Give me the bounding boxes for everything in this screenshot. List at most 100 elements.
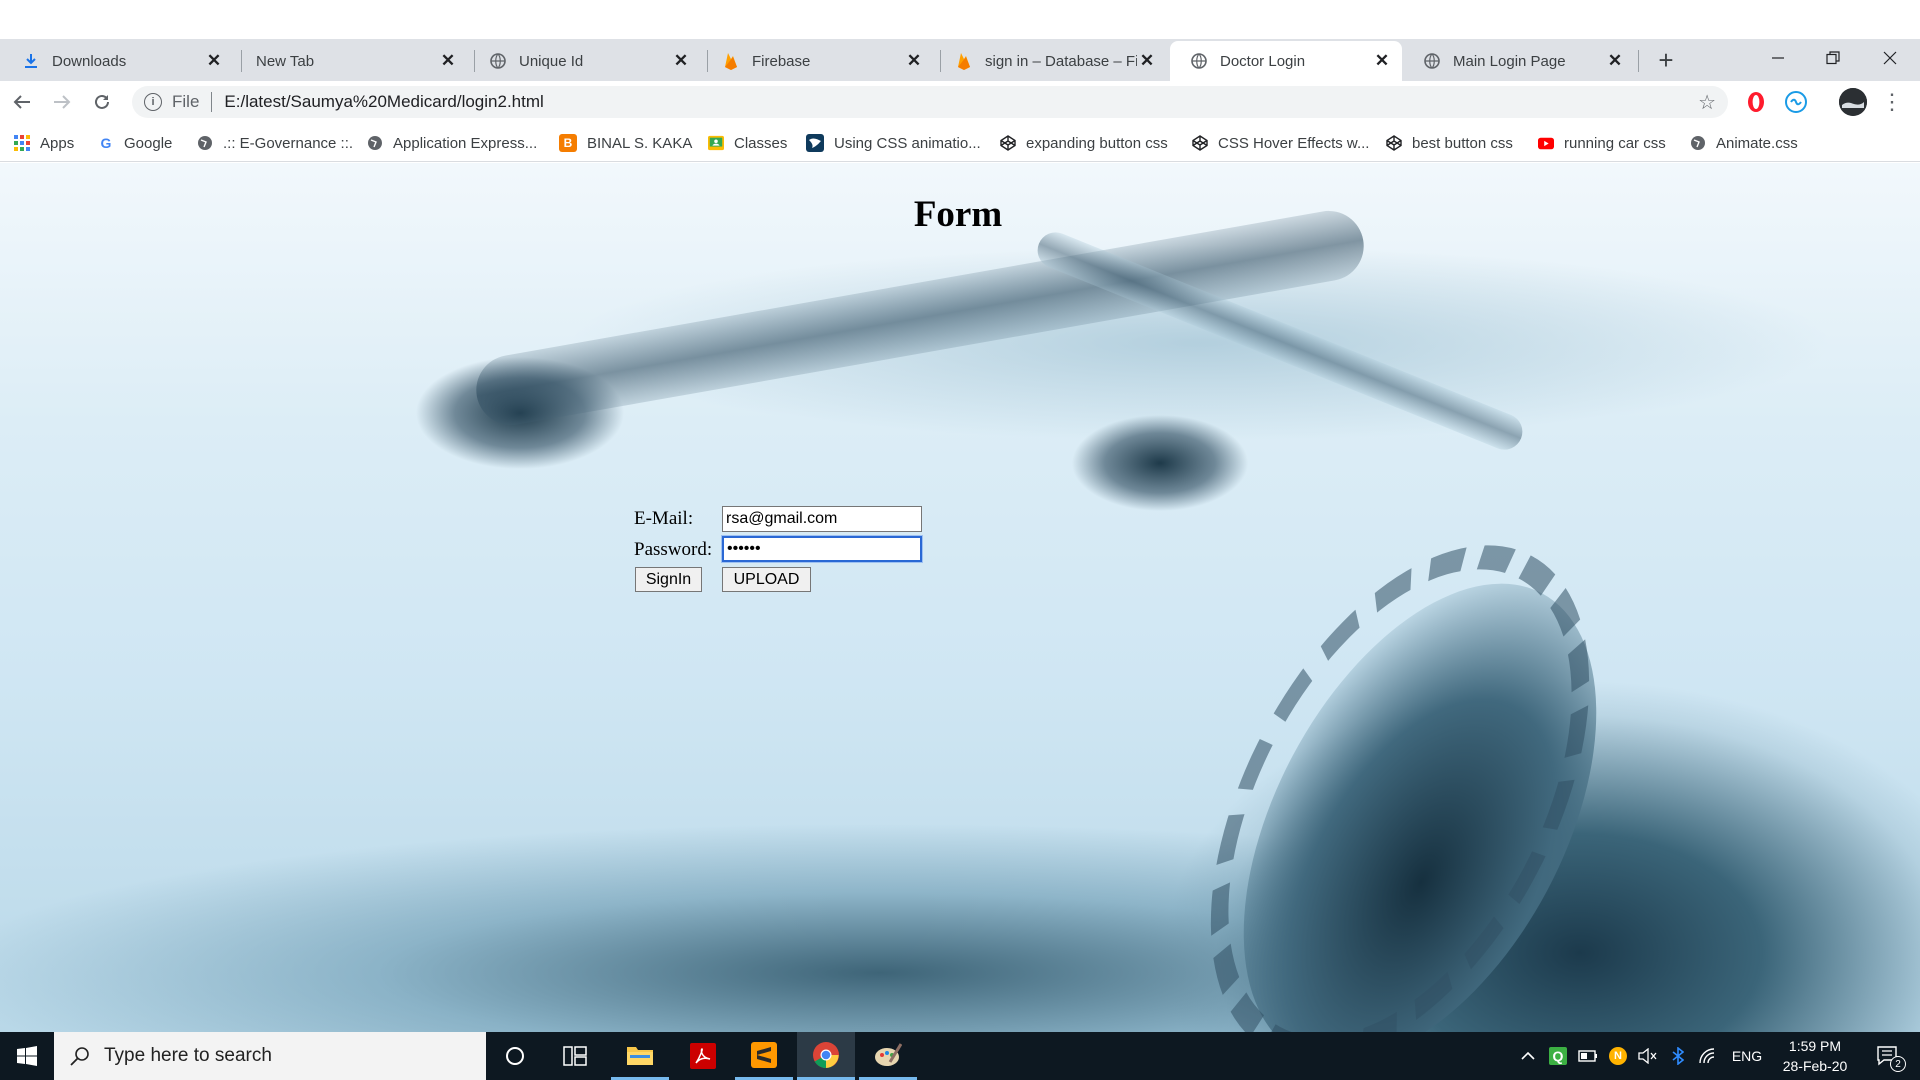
cortana-button[interactable]	[486, 1032, 544, 1080]
tray-app-n[interactable]: N	[1604, 1032, 1632, 1080]
browser-toolbar: i File E:/latest/Saumya%20Medicard/login…	[0, 81, 1920, 123]
bookmark-google[interactable]: G Google	[98, 131, 173, 155]
taskbar-search-box[interactable]: Type here to search	[54, 1032, 486, 1080]
extension-icon[interactable]	[1784, 90, 1808, 114]
chevron-up-icon	[1521, 1051, 1535, 1060]
opera-vpn-icon[interactable]	[1744, 90, 1768, 114]
close-icon[interactable]: ✕	[1605, 51, 1625, 71]
tray-app-q[interactable]: Q	[1544, 1032, 1572, 1080]
upload-button[interactable]: UPLOAD	[722, 567, 811, 592]
bookmark-e-governance[interactable]: .:: E-Governance ::.	[197, 131, 353, 155]
bookmark-label: Google	[124, 134, 173, 152]
url-scheme-chip: File	[172, 92, 200, 111]
search-icon	[70, 1047, 89, 1066]
reload-icon	[95, 94, 109, 109]
acrobat-reader-button[interactable]	[674, 1032, 732, 1080]
bookmark-label: Classes	[734, 134, 788, 152]
tray-bluetooth[interactable]	[1664, 1032, 1692, 1080]
bookmark-css-hover-effects[interactable]: CSS Hover Effects w...	[1192, 131, 1369, 155]
google-icon: G	[100, 135, 112, 151]
action-center-button[interactable]: 2	[1864, 1032, 1912, 1080]
bookmark-using-css-animations[interactable]: Using CSS animatio...	[806, 131, 981, 155]
start-button[interactable]	[0, 1032, 54, 1080]
back-button[interactable]	[7, 87, 37, 117]
bookmark-best-button-css[interactable]: best button css	[1386, 131, 1513, 155]
close-icon	[1883, 51, 1897, 65]
new-tab-button[interactable]: +	[1652, 45, 1680, 75]
task-view-button[interactable]	[546, 1032, 604, 1080]
tab-unique-id[interactable]: Unique Id ✕	[469, 41, 701, 81]
bookmark-label: best button css	[1412, 134, 1513, 152]
tab-new-tab[interactable]: New Tab ✕	[236, 41, 468, 81]
bookmark-label: running car css	[1564, 134, 1666, 152]
minimize-button[interactable]	[1758, 44, 1798, 72]
url-text[interactable]: E:/latest/Saumya%20Medicard/login2.html	[224, 92, 543, 112]
menu-icon[interactable]: ⋮	[1880, 87, 1904, 117]
tab-main-login-page[interactable]: Main Login Page ✕	[1403, 41, 1635, 81]
globe-icon	[1190, 52, 1208, 70]
browser-tab-strip: Downloads ✕ New Tab ✕ Unique Id ✕ Fireba…	[0, 0, 1920, 81]
reload-button[interactable]	[87, 87, 117, 117]
close-icon[interactable]: ✕	[204, 51, 224, 71]
bookmark-binal-s-kaka[interactable]: B BINAL S. KAKA	[559, 131, 692, 155]
title-bar	[0, 0, 1920, 39]
bookmark-label: BINAL S. KAKA	[587, 134, 693, 152]
arrow-left-icon	[13, 95, 30, 109]
info-icon[interactable]: i	[144, 93, 162, 111]
tab-title: Unique Id	[519, 52, 584, 70]
task-view-icon	[563, 1046, 587, 1066]
bookmark-label: Apps	[40, 134, 75, 152]
tray-volume[interactable]	[1634, 1032, 1662, 1080]
address-bar[interactable]: i File E:/latest/Saumya%20Medicard/login…	[132, 86, 1728, 118]
firebase-icon	[722, 52, 740, 70]
clock-time: 1:59 PM	[1788, 1038, 1842, 1054]
close-icon[interactable]: ✕	[671, 51, 691, 71]
paint-palette-icon	[875, 1042, 902, 1066]
language-indicator[interactable]: ENG	[1726, 1032, 1768, 1080]
tab-title: New Tab	[256, 52, 315, 70]
tray-battery[interactable]	[1574, 1032, 1602, 1080]
bookmark-label: Using CSS animatio...	[834, 134, 981, 152]
close-window-button[interactable]	[1870, 44, 1910, 72]
paint-button[interactable]	[859, 1032, 917, 1080]
tab-doctor-login[interactable]: Doctor Login ✕	[1170, 41, 1402, 81]
close-icon[interactable]: ✕	[1137, 51, 1157, 71]
windows-logo-icon	[17, 1046, 37, 1066]
star-icon[interactable]: ☆	[1698, 90, 1716, 115]
tab-title: Downloads	[52, 52, 127, 70]
file-explorer-button[interactable]	[611, 1032, 669, 1080]
bookmark-apps[interactable]: Apps	[14, 131, 74, 155]
qq-icon: Q	[1549, 1047, 1567, 1065]
forward-button[interactable]	[47, 87, 77, 117]
bookmark-label: Animate.css	[1716, 134, 1798, 152]
youtube-icon	[1538, 135, 1554, 151]
tab-firebase[interactable]: Firebase ✕	[702, 41, 934, 81]
bookmark-animate-css[interactable]: Animate.css	[1690, 131, 1798, 155]
windows-taskbar: Type here to search Q N ENG 1:59 PM 28-F…	[0, 1032, 1920, 1080]
close-icon[interactable]: ✕	[438, 51, 458, 71]
sublime-text-button[interactable]	[735, 1032, 793, 1080]
tab-sign-in-database[interactable]: sign in – Database – Fir ✕	[935, 41, 1167, 81]
tray-network[interactable]	[1694, 1032, 1722, 1080]
tab-downloads[interactable]: Downloads ✕	[2, 41, 234, 81]
signin-button[interactable]: SignIn	[635, 567, 702, 592]
sublime-icon	[751, 1041, 777, 1068]
restore-button[interactable]	[1813, 44, 1853, 72]
codepen-icon	[1192, 135, 1208, 151]
bookmark-label: Application Express...	[393, 134, 538, 152]
taskbar-clock[interactable]: 1:59 PM 28-Feb-20	[1768, 1036, 1862, 1076]
bookmark-running-car-css[interactable]: running car css	[1538, 131, 1666, 155]
divider	[211, 92, 213, 112]
page-title: Form	[913, 194, 1003, 235]
bookmark-expanding-button-css[interactable]: expanding button css	[1000, 131, 1168, 155]
tab-title: Main Login Page	[1453, 52, 1566, 70]
chrome-button[interactable]	[797, 1032, 855, 1080]
email-field[interactable]	[722, 506, 922, 532]
bookmark-classes[interactable]: Classes	[708, 131, 787, 155]
bookmark-application-express[interactable]: Application Express...	[367, 131, 537, 155]
password-field[interactable]	[721, 535, 923, 563]
close-icon[interactable]: ✕	[1372, 51, 1392, 71]
close-icon[interactable]: ✕	[904, 51, 924, 71]
avatar[interactable]	[1839, 88, 1867, 116]
show-hidden-icons-button[interactable]	[1514, 1032, 1542, 1080]
